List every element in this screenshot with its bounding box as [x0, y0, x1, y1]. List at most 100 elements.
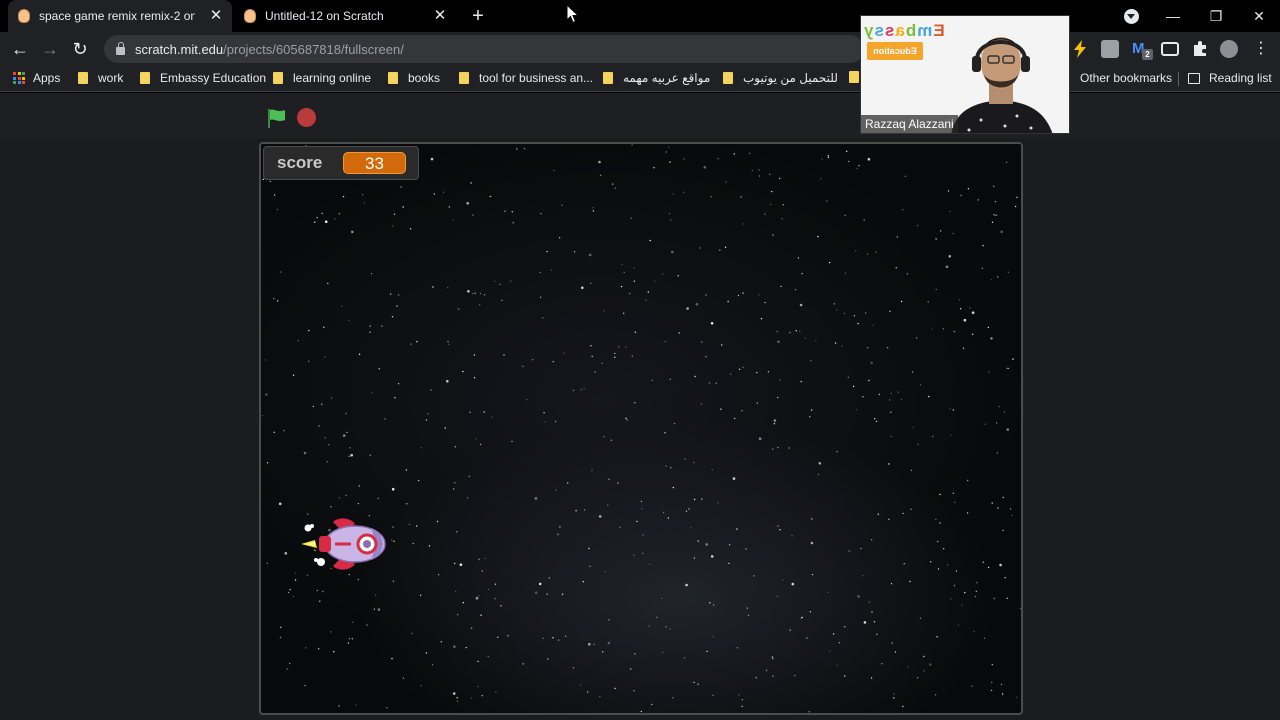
star — [261, 415, 264, 417]
star — [614, 687, 616, 690]
star — [866, 253, 869, 255]
star — [664, 340, 667, 343]
tab-untitled-12[interactable]: Untitled-12 on Scratch ✕ — [236, 0, 456, 32]
stop-icon[interactable] — [297, 108, 316, 127]
bookmark-folder[interactable]: work — [78, 71, 123, 85]
close-tab-icon[interactable]: ✕ — [208, 8, 224, 24]
star — [677, 275, 679, 277]
bookmark-apps[interactable]: Apps — [13, 71, 60, 85]
star — [348, 638, 351, 640]
star — [487, 655, 489, 658]
star — [590, 282, 592, 284]
star — [348, 573, 350, 576]
star — [273, 431, 275, 433]
star — [539, 271, 541, 274]
star — [1015, 696, 1018, 699]
star — [402, 206, 404, 208]
star — [888, 518, 890, 520]
bookmark-folder[interactable]: tool for business an... — [459, 71, 593, 85]
restore-button[interactable]: ❐ — [1196, 0, 1236, 32]
star — [470, 697, 473, 699]
folder-icon — [388, 72, 398, 84]
cast-icon[interactable] — [1161, 42, 1179, 56]
bookmark-reading-list[interactable]: Reading list — [1188, 71, 1272, 85]
puzzle-extensions-icon[interactable] — [1191, 40, 1209, 58]
green-flag-icon[interactable] — [266, 107, 288, 129]
star — [872, 324, 874, 327]
star — [276, 208, 279, 211]
bookmark-folder[interactable]: مواقع عربيه مهمه — [603, 71, 710, 85]
star — [847, 376, 849, 378]
star — [391, 539, 393, 541]
close-tab-icon[interactable]: ✕ — [432, 8, 448, 24]
star — [588, 253, 592, 257]
address-bar[interactable]: scratch.mit.edu/projects/605687818/fulls… — [104, 35, 864, 63]
reload-button[interactable]: ↻ — [68, 37, 92, 61]
star — [651, 703, 653, 706]
score-monitor[interactable]: score 33 — [263, 146, 419, 180]
star — [591, 355, 593, 358]
star — [633, 280, 635, 282]
bookmark-folder[interactable]: Embassy Education — [140, 71, 266, 85]
close-window-button[interactable]: ✕ — [1239, 0, 1279, 32]
star — [425, 419, 428, 421]
tab-search-icon[interactable] — [1124, 9, 1139, 24]
tab-space-game[interactable]: space game remix remix-2 on Scratch ✕ — [8, 0, 232, 32]
star — [393, 540, 395, 542]
star — [564, 635, 567, 637]
star — [1006, 367, 1008, 369]
menu-icon[interactable]: ⋮ — [1249, 37, 1273, 61]
star — [1020, 607, 1021, 610]
star — [973, 630, 975, 633]
star — [857, 322, 859, 325]
lightning-extension-icon[interactable] — [1072, 40, 1088, 58]
star — [671, 250, 674, 254]
star — [351, 230, 354, 234]
star — [669, 161, 671, 163]
star — [670, 467, 672, 469]
bookmark-folder[interactable]: للتحميل من يوتيوب — [723, 71, 838, 85]
bookmark-other[interactable]: Other bookmarks — [1080, 71, 1172, 85]
star — [777, 525, 779, 527]
star — [479, 292, 482, 295]
star — [472, 214, 474, 216]
bookmark-folder[interactable]: learning online — [273, 71, 371, 85]
star — [557, 533, 559, 536]
rocket-sprite[interactable] — [299, 510, 389, 574]
profile-avatar[interactable] — [1220, 40, 1238, 58]
back-button[interactable]: ← — [8, 37, 32, 61]
extension-icon[interactable] — [1101, 40, 1119, 58]
star — [946, 564, 949, 566]
star — [587, 691, 589, 693]
star — [672, 486, 674, 489]
star — [369, 325, 371, 327]
extension-m-icon[interactable]: M2 — [1132, 40, 1153, 60]
star — [846, 150, 848, 152]
star — [448, 206, 450, 208]
star — [594, 371, 596, 373]
star — [810, 409, 813, 411]
star — [289, 662, 291, 665]
star — [661, 651, 664, 654]
star — [342, 434, 346, 437]
star — [902, 705, 904, 708]
minimize-button[interactable]: — — [1153, 0, 1193, 32]
star — [625, 417, 627, 419]
star — [405, 469, 408, 471]
star — [1007, 271, 1010, 273]
star — [522, 365, 524, 368]
star — [366, 624, 368, 626]
star — [694, 375, 696, 378]
new-tab-button[interactable]: + — [466, 4, 490, 28]
stage[interactable]: score 33 — [259, 142, 1023, 715]
star — [330, 397, 333, 399]
star — [827, 155, 829, 157]
star — [811, 573, 814, 576]
star — [653, 167, 655, 169]
star — [483, 411, 485, 413]
bookmark-folder[interactable]: books — [388, 71, 440, 85]
star — [991, 502, 993, 504]
forward-button[interactable]: → — [38, 37, 62, 61]
star — [319, 600, 321, 602]
star — [392, 526, 394, 528]
